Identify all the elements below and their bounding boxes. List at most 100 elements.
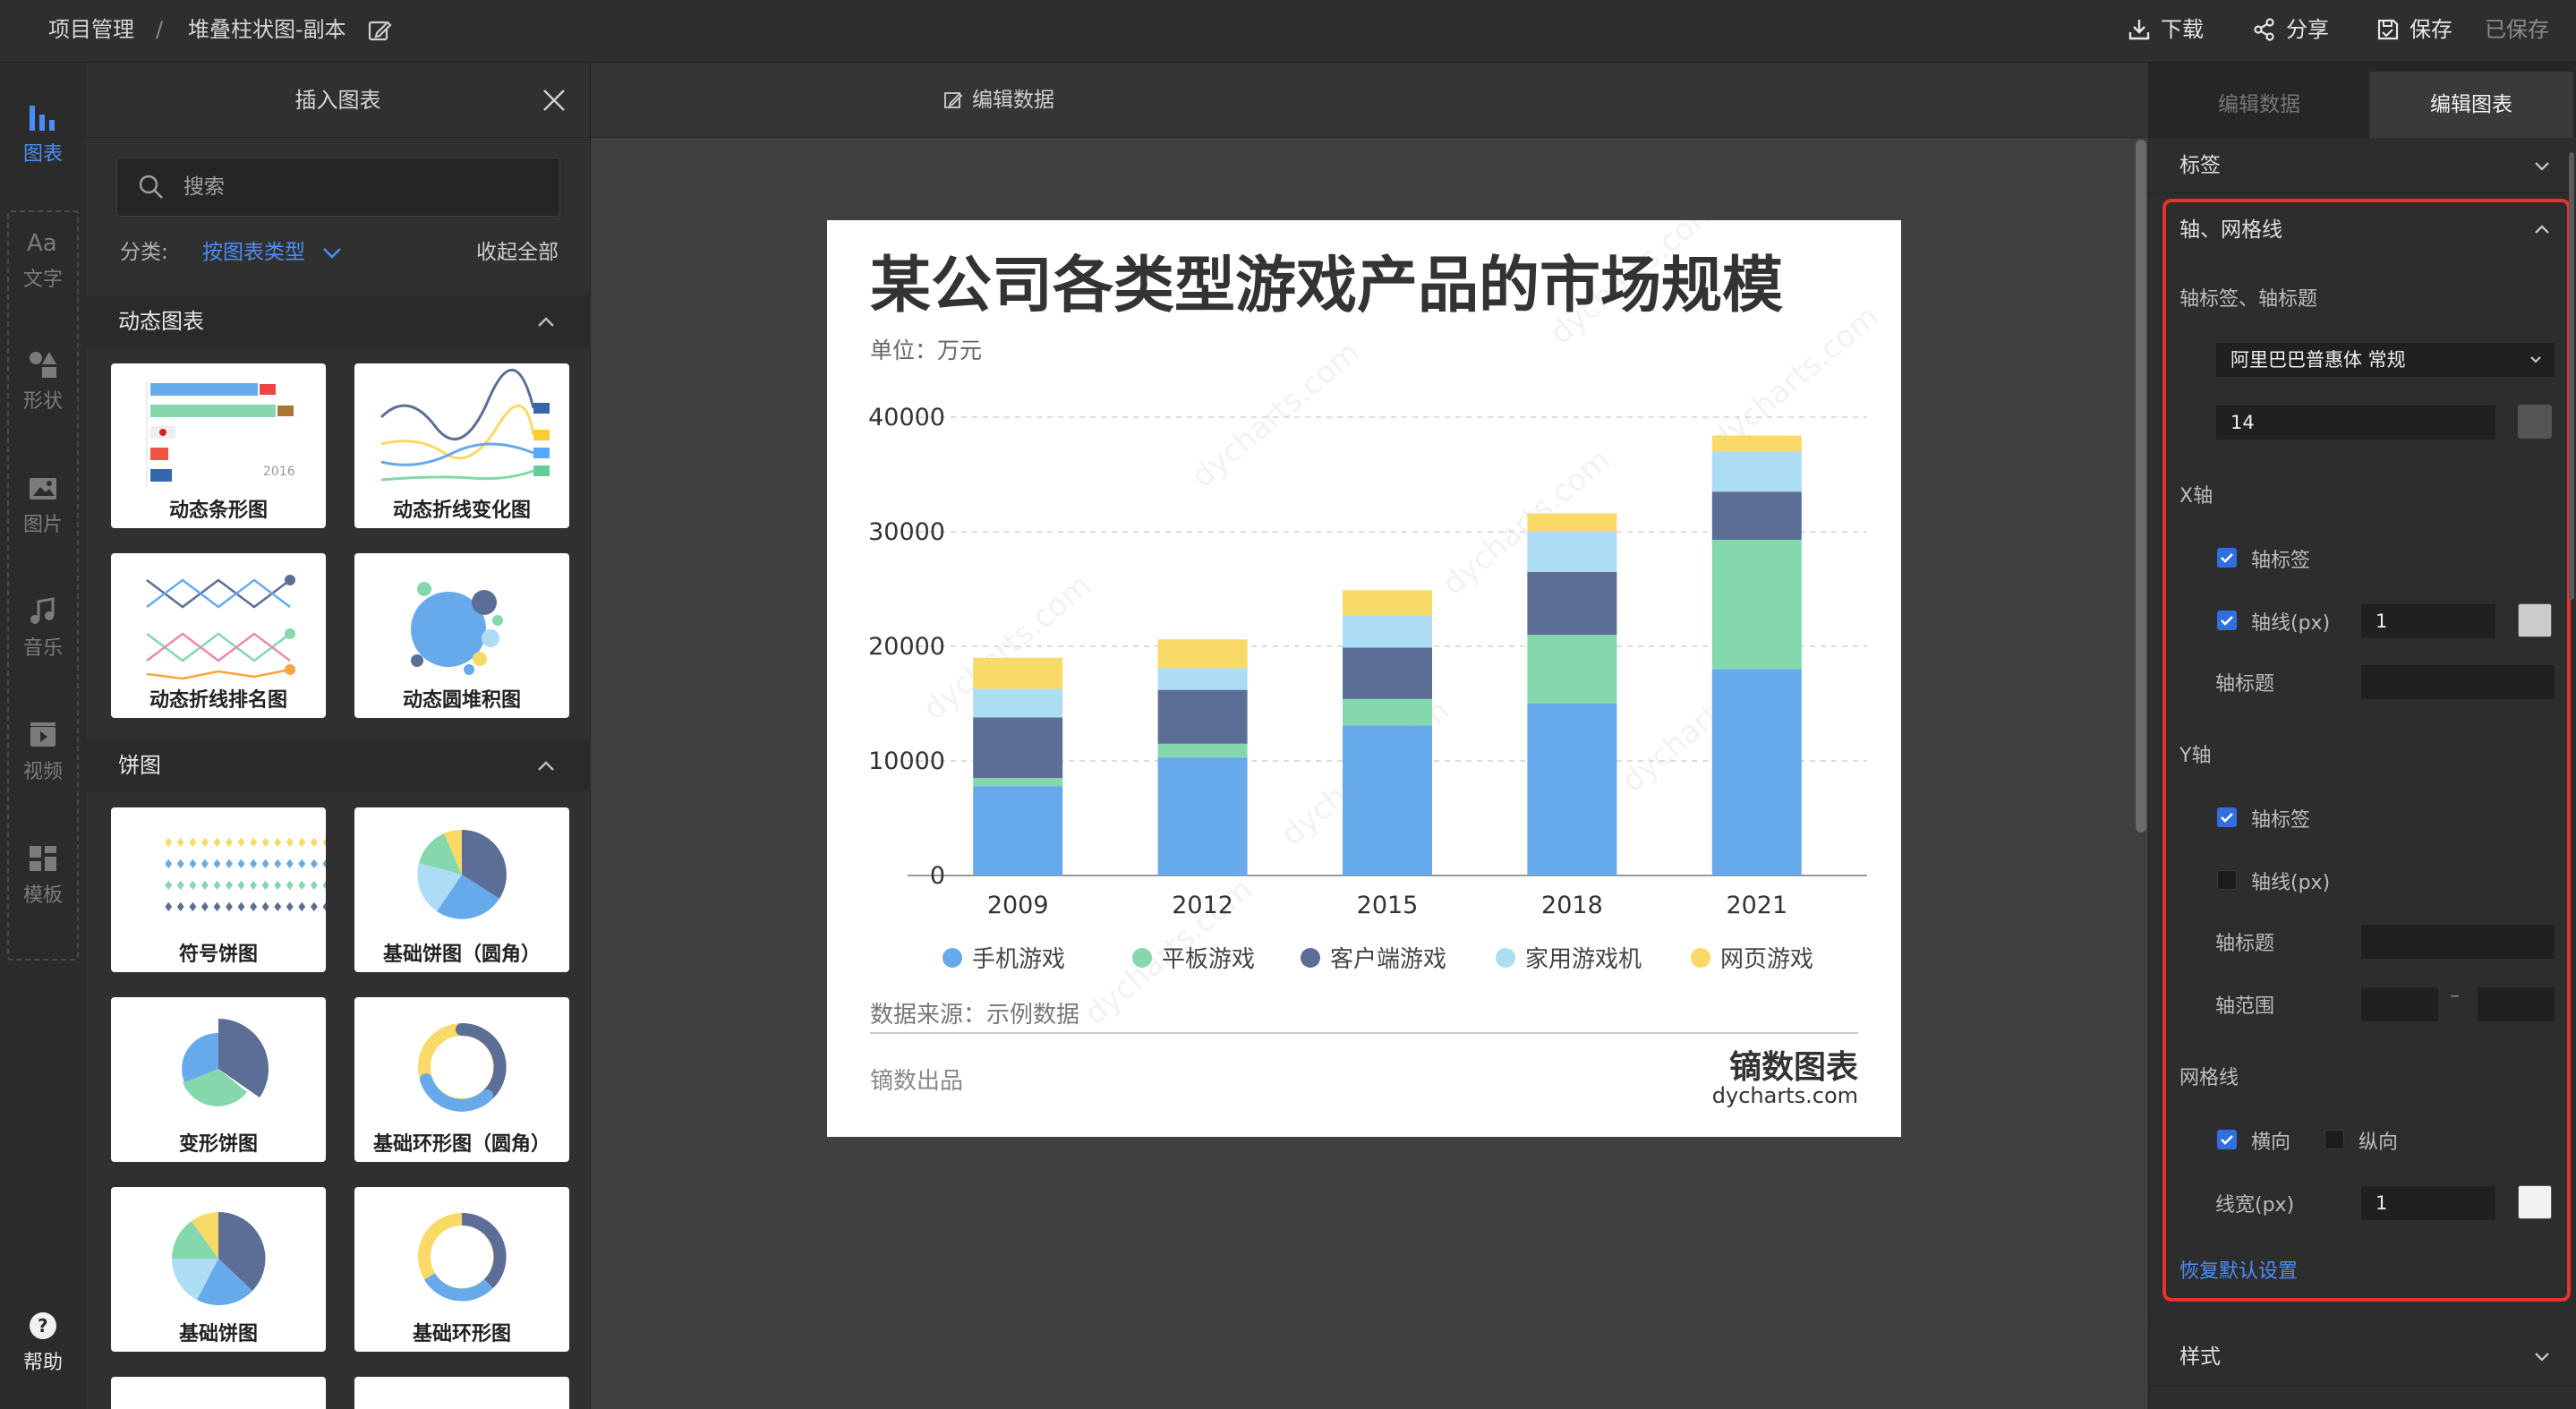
panel-header: 插入图表 xyxy=(86,63,590,138)
chart-card-partial[interactable] xyxy=(354,1377,569,1409)
chart-card-label: 动态圆堆积图 xyxy=(402,689,521,712)
template-icon xyxy=(30,846,56,871)
chart-unit: 单位：万元 xyxy=(870,337,982,363)
bar-chart-icon xyxy=(30,106,55,131)
help-button[interactable]: ? 帮助 xyxy=(0,1311,86,1375)
bar-segment xyxy=(1157,757,1248,875)
divider xyxy=(2149,1319,2576,1320)
chart-card-partial[interactable] xyxy=(111,1377,326,1409)
edit-data-button[interactable]: 编辑数据 xyxy=(943,63,1054,138)
chart-card-dynamic-bar[interactable]: 2016 动态条形图 xyxy=(111,363,326,528)
help-label: 帮助 xyxy=(22,1352,63,1374)
chart-card-dynamic-circle-pack[interactable]: 动态圆堆积图 xyxy=(354,553,569,718)
bar-segment xyxy=(1157,668,1248,690)
brand-logo-en: dycharts.com xyxy=(1712,1083,1858,1108)
bar-segment xyxy=(1343,725,1432,875)
leftbar-item-text[interactable]: Aa 文字 xyxy=(0,227,86,292)
leftbar-item-chart[interactable]: 图表 xyxy=(0,102,86,167)
legend-label: 网页游戏 xyxy=(1720,946,1813,973)
y-tick-label: 20000 xyxy=(868,633,945,661)
save-button[interactable]: 保存 xyxy=(2376,0,2452,59)
x-tick-label: 2009 xyxy=(987,892,1049,919)
bar-segment xyxy=(1343,590,1432,616)
chart-card-dynamic-line[interactable]: 动态折线变化图 xyxy=(354,363,569,528)
chart-card-label: 基础环形图 xyxy=(412,1323,511,1345)
bar-segment xyxy=(1157,743,1248,758)
category-label: 分类: xyxy=(120,241,168,264)
chart-card-label: 动态条形图 xyxy=(168,500,268,522)
stacked-bar-chart: dycharts.comdycharts.comdycharts.com dych… xyxy=(868,192,1886,1108)
section-title: 动态图表 xyxy=(118,309,204,334)
save-label: 保存 xyxy=(2410,17,2452,42)
bar-segment xyxy=(1343,647,1432,699)
bar-segment xyxy=(1711,669,1802,875)
y-tick-label: 0 xyxy=(930,862,945,890)
legend-marker xyxy=(1301,948,1320,968)
chart-canvas[interactable]: dycharts.com dycharts.com dycharts.com dych… xyxy=(827,192,1901,1137)
x-axis-ticks: 2009 2012 2015 2018 2021 xyxy=(987,892,1787,919)
section-style[interactable]: 样式 xyxy=(2149,1328,2576,1386)
leftbar-item-template[interactable]: 模板 xyxy=(0,843,86,908)
section-labels[interactable]: 标签 xyxy=(2149,138,2576,193)
chart-footer-left: 镝数出品 xyxy=(870,1068,963,1095)
x-tick-label: 2018 xyxy=(1541,892,1603,919)
insert-chart-panel: 插入图表 搜索 分类: 按图表类型 收起全部 动态图表 2016 动态条形图 动… xyxy=(86,63,673,1409)
collapse-all-button[interactable]: 收起全部 xyxy=(476,238,559,267)
chart-card-variant-pie[interactable]: 变形饼图 xyxy=(111,997,326,1162)
leftbar-item-music[interactable]: 音乐 xyxy=(0,596,86,661)
bar-segment xyxy=(1527,571,1617,636)
tab-edit-chart[interactable]: 编辑图表 xyxy=(2369,72,2573,138)
bar-segment xyxy=(1343,698,1432,726)
chevron-down-icon xyxy=(2535,1353,2549,1362)
chart-card-label: 基础饼图（圆角） xyxy=(382,944,541,966)
section-header-dynamic[interactable]: 动态图表 xyxy=(86,295,591,347)
leftbar-label-template: 模板 xyxy=(22,884,63,907)
x-tick-label: 2015 xyxy=(1357,892,1419,919)
chart-card-label: 基础饼图 xyxy=(178,1323,258,1345)
breadcrumb-root[interactable]: 项目管理 xyxy=(48,0,134,59)
breadcrumb-current: 堆叠柱状图-副本 xyxy=(188,17,346,42)
bar-segment xyxy=(973,657,1063,689)
chevron-down-icon[interactable] xyxy=(322,247,342,260)
edit-title-icon[interactable] xyxy=(367,18,392,47)
leftbar-item-image[interactable]: 图片 xyxy=(0,473,86,537)
video-icon xyxy=(30,722,55,747)
chart-card-label: 符号饼图 xyxy=(178,944,258,966)
legend-marker xyxy=(943,948,962,968)
chart-card-basic-pie[interactable]: 基础饼图 xyxy=(111,1187,326,1352)
y-tick-label: 30000 xyxy=(868,518,945,546)
leftbar-item-shapes[interactable]: 形状 xyxy=(0,349,86,414)
leftbar-item-video[interactable]: 视频 xyxy=(0,720,86,784)
section-header-pie[interactable]: 饼图 xyxy=(86,739,591,791)
chart-card-symbol-pie[interactable]: ♦♦♦♦♦♦♦♦♦♦♦♦♦♦ ♦♦♦♦♦♦♦♦♦♦♦♦♦♦ ♦♦♦♦♦♦♦♦♦♦… xyxy=(111,807,326,972)
panel-title: 插入图表 xyxy=(294,88,381,113)
bar-segment xyxy=(1527,635,1617,704)
chart-bars xyxy=(973,435,1802,875)
legend-label: 平板游戏 xyxy=(1162,946,1255,973)
leftbar-label-video: 视频 xyxy=(22,761,63,783)
bar-segment xyxy=(973,786,1063,875)
leftbar-label-shapes: 形状 xyxy=(22,390,63,413)
section-style-title: 样式 xyxy=(2179,1345,2221,1369)
x-tick-label: 2021 xyxy=(1726,892,1787,919)
chart-card-dynamic-line-rank[interactable]: 动态折线排名图 xyxy=(111,553,326,718)
chart-card-label: 基础环形图（圆角） xyxy=(372,1133,550,1156)
chart-card-basic-donut-rounded[interactable]: 基础环形图（圆角） xyxy=(354,997,569,1162)
left-toolbar: 图表 Aa 文字 形状 图片 音乐 视频 模板 ? 帮助 xyxy=(0,63,86,1409)
right-panel-scrollbar[interactable] xyxy=(2569,152,2574,600)
share-button[interactable]: 分享 xyxy=(2252,0,2329,59)
close-icon[interactable] xyxy=(542,88,567,113)
x-tick-label: 2012 xyxy=(1172,892,1233,919)
search-input[interactable]: 搜索 xyxy=(116,158,560,217)
chart-legend: 手机游戏 平板游戏 客户端游戏 家用游戏机 网页游戏 xyxy=(943,946,1813,973)
download-button[interactable]: 下载 xyxy=(2127,0,2204,59)
legend-marker xyxy=(1132,948,1152,968)
chevron-up-icon xyxy=(538,761,554,771)
tab-edit-data[interactable]: 编辑数据 xyxy=(2149,72,2369,138)
chart-card-basic-pie-rounded[interactable]: 基础饼图（圆角） xyxy=(354,807,569,972)
category-select[interactable]: 按图表类型 xyxy=(202,238,305,267)
chevron-up-icon xyxy=(538,317,554,327)
chart-card-basic-donut[interactable]: 基础环形图 xyxy=(354,1187,569,1352)
canvas-scrollbar[interactable] xyxy=(2136,140,2146,833)
svg-text:♦♦♦♦♦♦♦♦♦♦♦♦♦♦: ♦♦♦♦♦♦♦♦♦♦♦♦♦♦ xyxy=(163,879,326,893)
